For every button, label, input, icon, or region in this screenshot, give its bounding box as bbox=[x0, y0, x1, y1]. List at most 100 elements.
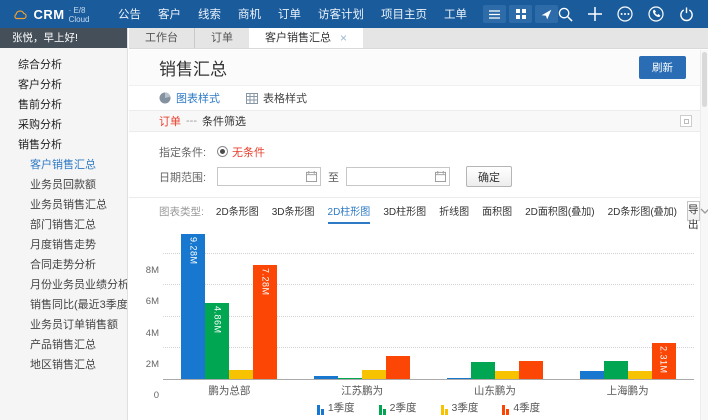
filter-module: 订单 bbox=[159, 113, 181, 129]
sidebar-item-3[interactable]: 采购分析 bbox=[0, 115, 127, 135]
date-range-row: 日期范围: 至 确定 bbox=[159, 164, 700, 189]
nav-menu-item-0[interactable]: 公告 bbox=[118, 6, 141, 22]
date-to-wrapper bbox=[346, 167, 450, 186]
bar-series3-cat1[interactable] bbox=[229, 370, 253, 379]
bar-series4-cat2[interactable] bbox=[386, 356, 410, 379]
legend-item-0[interactable]: 1季度 bbox=[317, 400, 355, 415]
chevron-down-icon[interactable] bbox=[700, 208, 708, 214]
no-condition-radio[interactable] bbox=[217, 146, 228, 157]
bar-series4-cat4[interactable]: 2.31M bbox=[652, 343, 676, 379]
date-to-input[interactable] bbox=[347, 169, 435, 184]
phone-icon[interactable] bbox=[648, 6, 664, 22]
sidebar-item-14[interactable]: 产品销售汇总 bbox=[0, 335, 127, 355]
bar-series2-cat3[interactable] bbox=[471, 362, 495, 379]
chart-type-item-0[interactable]: 2D条形图 bbox=[216, 198, 259, 224]
bar-series2-cat1[interactable]: 4.86M bbox=[205, 303, 229, 379]
grid-icon[interactable] bbox=[509, 5, 532, 23]
bar-chart: 9.28M4.86M7.28M2.31M 02M4M6M8M 鹏为总部江苏鹏为山… bbox=[137, 230, 694, 396]
date-range-label: 日期范围: bbox=[159, 169, 217, 185]
tab-close-icon[interactable]: × bbox=[340, 32, 347, 44]
tab-1[interactable]: 订单 bbox=[195, 28, 249, 48]
date-from-wrapper bbox=[217, 167, 321, 186]
bar-series2-cat2[interactable] bbox=[338, 378, 362, 380]
legend-item-3[interactable]: 4季度 bbox=[502, 400, 540, 415]
sidebar-item-8[interactable]: 部门销售汇总 bbox=[0, 215, 127, 235]
filter-form: 指定条件: 无条件 日期范围: 至 确定 bbox=[129, 132, 700, 197]
bar-series4-cat1[interactable]: 7.28M bbox=[253, 265, 277, 379]
y-tick-label: 2M bbox=[137, 359, 159, 370]
sidebar-item-11[interactable]: 月份业务员业绩分析 bbox=[0, 275, 127, 295]
scrollbar-thumb[interactable] bbox=[702, 52, 707, 107]
legend-item-1[interactable]: 2季度 bbox=[379, 400, 417, 415]
sidebar-item-6[interactable]: 业务员回款额 bbox=[0, 175, 127, 195]
bar-series4-cat3[interactable] bbox=[519, 361, 543, 379]
sidebar-item-0[interactable]: 综合分析 bbox=[0, 55, 127, 75]
more-icon[interactable] bbox=[617, 6, 633, 22]
chart-type-item-3[interactable]: 3D柱形图 bbox=[383, 198, 426, 224]
collapse-panel-icon[interactable] bbox=[680, 115, 692, 127]
chart-type-item-7[interactable]: 2D条形图(叠加) bbox=[608, 198, 677, 224]
nav-menu-item-4[interactable]: 订单 bbox=[278, 6, 301, 22]
app-logo[interactable]: CRM · E/8 Cloud bbox=[0, 4, 108, 24]
confirm-button[interactable]: 确定 bbox=[466, 166, 512, 187]
tab-2[interactable]: 客户销售汇总 × bbox=[249, 28, 363, 48]
plus-icon[interactable] bbox=[588, 7, 602, 21]
power-icon[interactable] bbox=[679, 7, 694, 22]
sidebar-item-15[interactable]: 地区销售汇总 bbox=[0, 355, 127, 375]
nav-menu-item-3[interactable]: 商机 bbox=[238, 6, 261, 22]
send-icon[interactable] bbox=[535, 5, 558, 23]
search-icon[interactable] bbox=[558, 7, 573, 22]
chart-type-item-4[interactable]: 折线图 bbox=[439, 198, 469, 224]
refresh-button[interactable]: 刷新 bbox=[639, 56, 686, 79]
calendar-icon[interactable] bbox=[306, 171, 317, 182]
calendar-icon[interactable] bbox=[435, 171, 446, 182]
category-label-0: 鹏为总部 bbox=[163, 383, 296, 398]
chart-type-item-6[interactable]: 2D面积图(叠加) bbox=[525, 198, 594, 224]
sidebar-item-4[interactable]: 销售分析 bbox=[0, 135, 127, 155]
chart-plot-area: 9.28M 4.86M 7.28M 2.31M bbox=[163, 230, 694, 380]
bar-value-label: 9.28M bbox=[188, 237, 198, 265]
nav-menu-item-2[interactable]: 线索 bbox=[198, 6, 221, 22]
bar-series3-cat2[interactable] bbox=[362, 370, 386, 379]
sidebar-item-7[interactable]: 业务员销售汇总 bbox=[0, 195, 127, 215]
hamburger-icon[interactable] bbox=[483, 5, 506, 23]
chart-type-item-2[interactable]: 2D柱形图 bbox=[328, 198, 371, 224]
sidebar-item-5[interactable]: 客户销售汇总 bbox=[0, 155, 127, 175]
chart-type-item-1[interactable]: 3D条形图 bbox=[272, 198, 315, 224]
bar-series1-cat4[interactable] bbox=[580, 371, 604, 379]
sidebar-item-10[interactable]: 合同走势分析 bbox=[0, 255, 127, 275]
tab-0[interactable]: 工作台 bbox=[129, 28, 195, 48]
bar-series1-cat2[interactable] bbox=[314, 376, 338, 379]
bar-series1-cat1[interactable]: 9.28M bbox=[181, 234, 205, 379]
category-label-1: 江苏鹏为 bbox=[296, 383, 429, 398]
filter-separator: --- bbox=[186, 115, 197, 127]
pie-icon bbox=[159, 92, 171, 104]
chart-type-item-5[interactable]: 面积图 bbox=[482, 198, 512, 224]
sidebar-item-2[interactable]: 售前分析 bbox=[0, 95, 127, 115]
bar-series1-cat3[interactable] bbox=[447, 378, 471, 380]
category-label-3: 上海鹏为 bbox=[561, 383, 694, 398]
vertical-scrollbar[interactable] bbox=[700, 50, 708, 420]
chart-category-labels: 鹏为总部江苏鹏为山东鹏为上海鹏为 bbox=[163, 383, 694, 398]
nav-menu-item-1[interactable]: 客户 bbox=[158, 6, 181, 22]
tab-label: 客户销售汇总 bbox=[265, 28, 331, 49]
nav-menu-item-5[interactable]: 访客计划 bbox=[318, 6, 364, 22]
date-from-input[interactable] bbox=[218, 169, 306, 184]
bar-series2-cat4[interactable] bbox=[604, 361, 628, 379]
sidebar-item-12[interactable]: 销售同比(最近3季度⑥周) bbox=[0, 295, 127, 315]
view-mode-chart[interactable]: 图表样式 bbox=[159, 90, 220, 106]
tab-label: 工作台 bbox=[145, 28, 178, 49]
bar-series3-cat4[interactable] bbox=[628, 371, 652, 379]
no-condition-label: 无条件 bbox=[232, 144, 265, 160]
sidebar-item-1[interactable]: 客户分析 bbox=[0, 75, 127, 95]
navbar-right-actions bbox=[558, 6, 708, 22]
nav-menu-item-7[interactable]: 工单 bbox=[444, 6, 467, 22]
sidebar-item-13[interactable]: 业务员订单销售额 bbox=[0, 315, 127, 335]
bar-series3-cat3[interactable] bbox=[495, 371, 519, 379]
legend-item-2[interactable]: 3季度 bbox=[441, 400, 479, 415]
sidebar-item-9[interactable]: 月度销售走势 bbox=[0, 235, 127, 255]
export-button[interactable]: 导出 bbox=[687, 201, 700, 221]
user-greeting: 张悦，早上好! bbox=[0, 28, 127, 48]
nav-menu-item-6[interactable]: 项目主页 bbox=[381, 6, 427, 22]
view-mode-table[interactable]: 表格样式 bbox=[246, 90, 307, 106]
